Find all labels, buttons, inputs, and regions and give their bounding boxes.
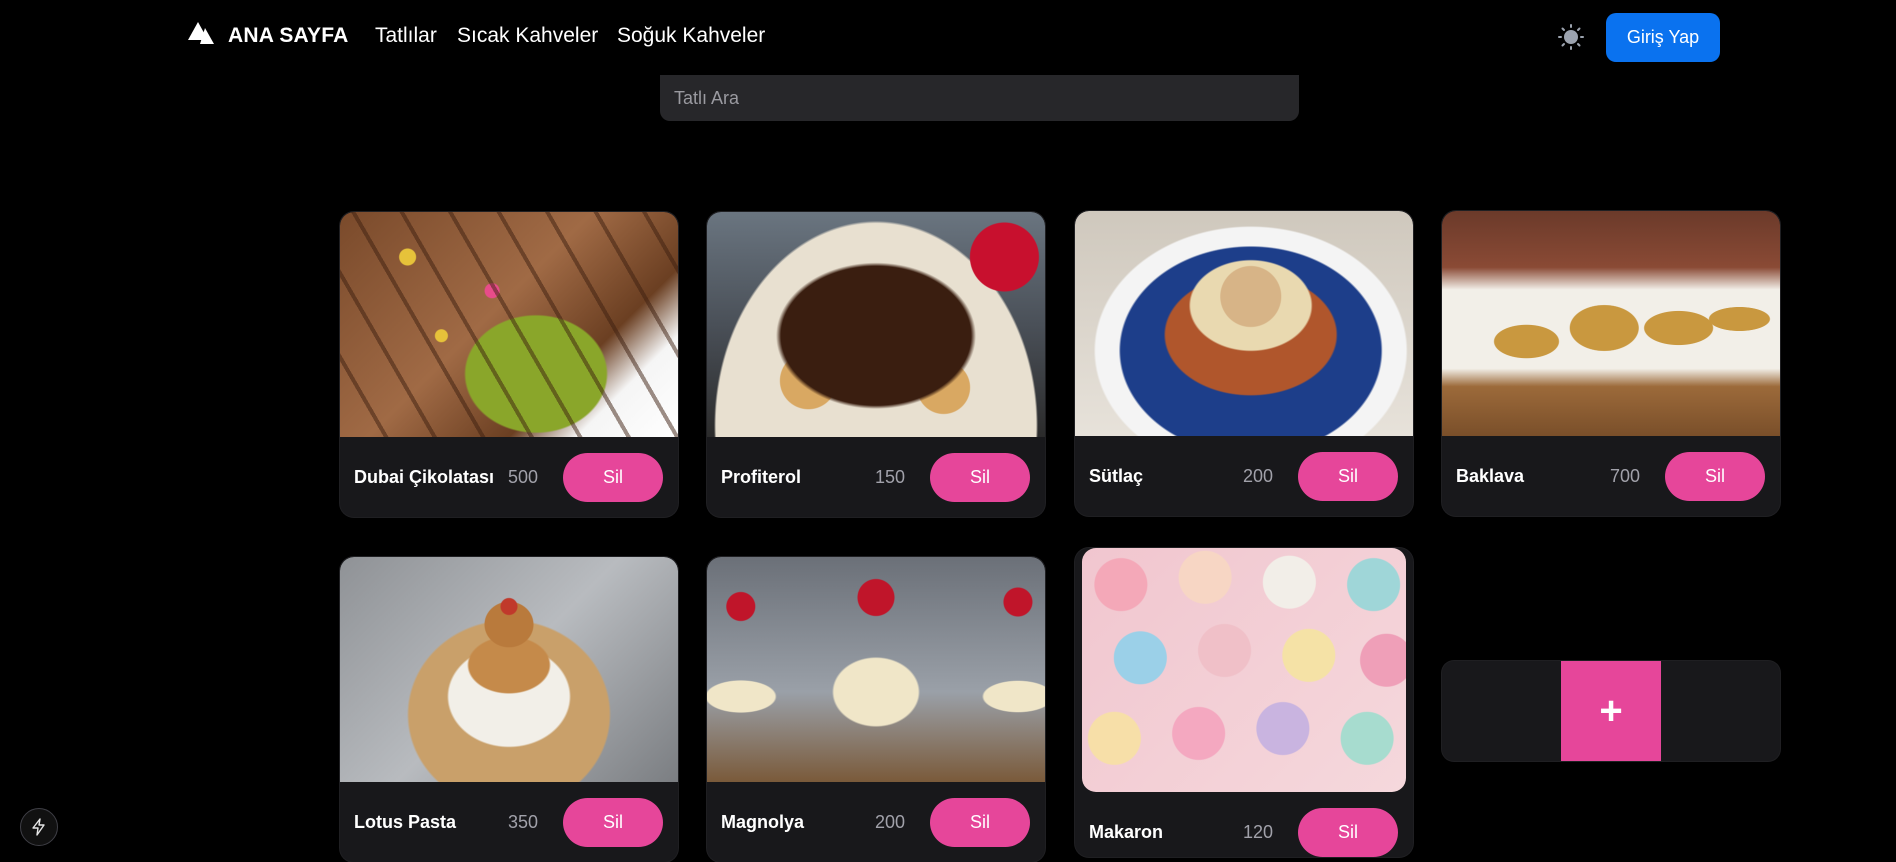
product-name: Dubai Çikolatası xyxy=(354,466,495,487)
product-name: Magnolya xyxy=(721,811,805,832)
product-card: Lotus Pasta 350 Sil xyxy=(340,557,678,862)
product-card: Dubai Çikolatası 500 Sil xyxy=(340,212,678,517)
delete-button[interactable]: Sil xyxy=(563,797,663,847)
magnolia-dessert-image xyxy=(707,557,1045,782)
product-price: 200 xyxy=(1243,465,1274,486)
product-name: Lotus Pasta xyxy=(354,811,457,832)
product-card: Sütlaç 200 Sil xyxy=(1075,211,1413,516)
product-price: 120 xyxy=(1243,821,1274,842)
lotus-cake-image xyxy=(340,557,678,782)
theme-toggle[interactable] xyxy=(1556,23,1586,55)
nav-link-hot-coffees[interactable]: Sıcak Kahveler xyxy=(457,24,598,48)
delete-button[interactable]: Sil xyxy=(563,452,663,502)
product-price: 500 xyxy=(508,466,539,487)
add-product-button[interactable]: + xyxy=(1561,661,1661,761)
sun-icon xyxy=(1558,23,1584,55)
product-price: 350 xyxy=(508,811,539,832)
delete-button[interactable]: Sil xyxy=(930,797,1030,847)
triangle-logo-icon xyxy=(188,22,214,49)
product-price: 150 xyxy=(875,466,906,487)
lightning-icon[interactable] xyxy=(20,808,58,846)
search-input[interactable] xyxy=(660,75,1299,121)
chocolate-bar-image xyxy=(340,212,678,437)
product-name: Makaron xyxy=(1089,821,1164,842)
delete-button[interactable]: Sil xyxy=(1298,451,1398,501)
profiterole-image xyxy=(707,212,1045,437)
delete-button[interactable]: Sil xyxy=(1665,451,1765,501)
brand-link[interactable]: ANA SAYFA xyxy=(188,22,348,49)
product-card: Profiterol 150 Sil xyxy=(707,212,1045,517)
product-card: Magnolya 200 Sil xyxy=(707,557,1045,862)
product-name: Baklava xyxy=(1456,465,1525,486)
delete-button[interactable]: Sil xyxy=(1298,807,1398,857)
product-card: Makaron 120 Sil xyxy=(1075,548,1413,857)
product-card: Baklava 700 Sil xyxy=(1442,211,1780,516)
product-price: 200 xyxy=(875,811,906,832)
login-button[interactable]: Giriş Yap xyxy=(1606,13,1720,62)
rice-pudding-image xyxy=(1075,211,1413,436)
add-product-card: + xyxy=(1442,661,1780,761)
macaron-image xyxy=(1082,548,1406,792)
nav-link-cold-coffees[interactable]: Soğuk Kahveler xyxy=(617,24,765,48)
product-name: Profiterol xyxy=(721,466,802,487)
brand-text: ANA SAYFA xyxy=(228,23,349,47)
product-price: 700 xyxy=(1610,465,1641,486)
baklava-image xyxy=(1442,211,1780,436)
nav-link-desserts[interactable]: Tatlılar xyxy=(375,24,437,48)
delete-button[interactable]: Sil xyxy=(930,452,1030,502)
product-name: Sütlaç xyxy=(1089,465,1144,486)
